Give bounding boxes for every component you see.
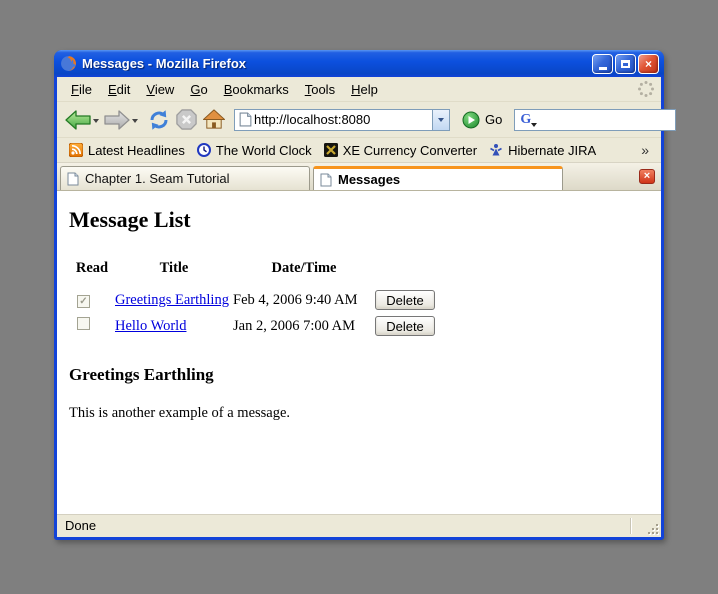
bookmark-xe-currency[interactable]: XE Currency Converter: [320, 141, 481, 160]
message-title-link[interactable]: Greetings Earthling: [115, 292, 229, 308]
delete-button[interactable]: Delete: [375, 290, 435, 310]
column-header-datetime: Date/Time: [233, 257, 375, 287]
navigation-toolbar: Go G: [57, 102, 661, 138]
read-checkbox[interactable]: ✓: [77, 295, 90, 308]
menu-file[interactable]: File: [63, 79, 100, 100]
menu-bookmarks[interactable]: Bookmarks: [216, 79, 297, 100]
search-bar: G: [514, 109, 676, 131]
google-icon[interactable]: G: [520, 113, 531, 127]
search-input[interactable]: [541, 112, 717, 127]
page-title: Message List: [69, 207, 649, 233]
firefox-logo-icon: [60, 55, 77, 72]
reload-icon: [147, 108, 171, 132]
page-icon: [67, 172, 79, 186]
forward-button[interactable]: [104, 109, 139, 131]
minimize-button[interactable]: [592, 54, 613, 74]
menu-help[interactable]: Help: [343, 79, 386, 100]
bookmarks-overflow-chevron[interactable]: »: [641, 142, 653, 158]
bookmark-label: Latest Headlines: [88, 143, 185, 158]
throbber-icon: [637, 80, 655, 98]
bookmark-label: Hibernate JIRA: [508, 143, 596, 158]
go-label: Go: [485, 112, 502, 127]
table-row: ✓ Greetings Earthling Feb 4, 2006 9:40 A…: [69, 287, 445, 313]
window-title: Messages - Mozilla Firefox: [82, 56, 587, 71]
column-header-title: Title: [115, 257, 233, 287]
maximize-icon: [621, 60, 630, 68]
xe-icon: [324, 143, 338, 157]
table-header-row: Read Title Date/Time: [69, 257, 445, 287]
tab-label: Messages: [338, 172, 400, 187]
stop-button[interactable]: [175, 108, 198, 131]
bookmark-label: The World Clock: [216, 143, 312, 158]
bookmark-hibernate-jira[interactable]: Hibernate JIRA: [485, 141, 600, 160]
resize-grip[interactable]: [646, 522, 658, 534]
tab-bar: Chapter 1. Seam Tutorial Messages ×: [57, 163, 661, 191]
browser-window: Messages - Mozilla Firefox × File Edit V…: [54, 50, 664, 540]
minimize-icon: [599, 67, 607, 70]
tab-seam-tutorial[interactable]: Chapter 1. Seam Tutorial: [60, 166, 310, 190]
column-header-read: Read: [69, 257, 115, 287]
status-text: Done: [57, 518, 630, 533]
close-button[interactable]: ×: [638, 54, 659, 74]
menu-edit[interactable]: Edit: [100, 79, 138, 100]
bookmark-latest-headlines[interactable]: Latest Headlines: [65, 141, 189, 160]
tab-label: Chapter 1. Seam Tutorial: [85, 171, 230, 186]
url-bar: [234, 109, 450, 131]
menu-go[interactable]: Go: [182, 79, 215, 100]
page-icon: [239, 112, 252, 127]
page-icon: [320, 173, 332, 187]
maximize-button[interactable]: [615, 54, 636, 74]
url-input[interactable]: [252, 112, 432, 127]
page-content: Message List Read Title Date/Time ✓ Gree…: [57, 191, 661, 513]
bookmark-label: XE Currency Converter: [343, 143, 477, 158]
back-button[interactable]: [65, 109, 100, 131]
close-tab-button[interactable]: ×: [639, 169, 655, 184]
rss-feed-icon: [69, 143, 83, 157]
back-dropdown-icon[interactable]: [93, 119, 99, 123]
menu-tools[interactable]: Tools: [297, 79, 343, 100]
read-checkbox[interactable]: [77, 317, 90, 330]
stop-icon: [175, 108, 198, 131]
back-arrow-icon: [65, 109, 91, 131]
desktop-background: Messages - Mozilla Firefox × File Edit V…: [0, 0, 718, 594]
menu-view[interactable]: View: [138, 79, 182, 100]
delete-button[interactable]: Delete: [375, 316, 435, 336]
go-button[interactable]: Go: [458, 111, 506, 129]
forward-arrow-icon: [104, 109, 130, 131]
bookmarks-toolbar: Latest Headlines The World Clock: [57, 138, 661, 163]
message-table: Read Title Date/Time ✓ Greetings Earthli…: [69, 257, 445, 339]
message-datetime: Jan 2, 2006 7:00 AM: [233, 313, 375, 339]
home-icon: [202, 108, 226, 131]
selected-message-body: This is another example of a message.: [69, 405, 649, 422]
tab-messages[interactable]: Messages: [313, 166, 563, 190]
search-engine-dropdown-icon: [531, 123, 537, 127]
menubar: File Edit View Go Bookmarks Tools Help: [57, 77, 661, 102]
status-bar: Done: [57, 513, 661, 537]
jira-person-icon: [489, 143, 503, 157]
url-dropdown-button[interactable]: [432, 110, 449, 130]
selected-message-title: Greetings Earthling: [69, 365, 649, 385]
message-title-link[interactable]: Hello World: [115, 318, 186, 334]
forward-dropdown-icon[interactable]: [132, 119, 138, 123]
clock-icon: [197, 143, 211, 157]
statusbar-divider: [630, 518, 631, 534]
titlebar[interactable]: Messages - Mozilla Firefox ×: [54, 50, 664, 77]
message-datetime: Feb 4, 2006 9:40 AM: [233, 287, 375, 313]
bookmark-world-clock[interactable]: The World Clock: [193, 141, 316, 160]
table-row: Hello World Jan 2, 2006 7:00 AM Delete: [69, 313, 445, 339]
chevron-down-icon: [438, 118, 444, 122]
reload-button[interactable]: [147, 108, 171, 132]
home-button[interactable]: [202, 108, 226, 131]
go-icon: [462, 111, 480, 129]
